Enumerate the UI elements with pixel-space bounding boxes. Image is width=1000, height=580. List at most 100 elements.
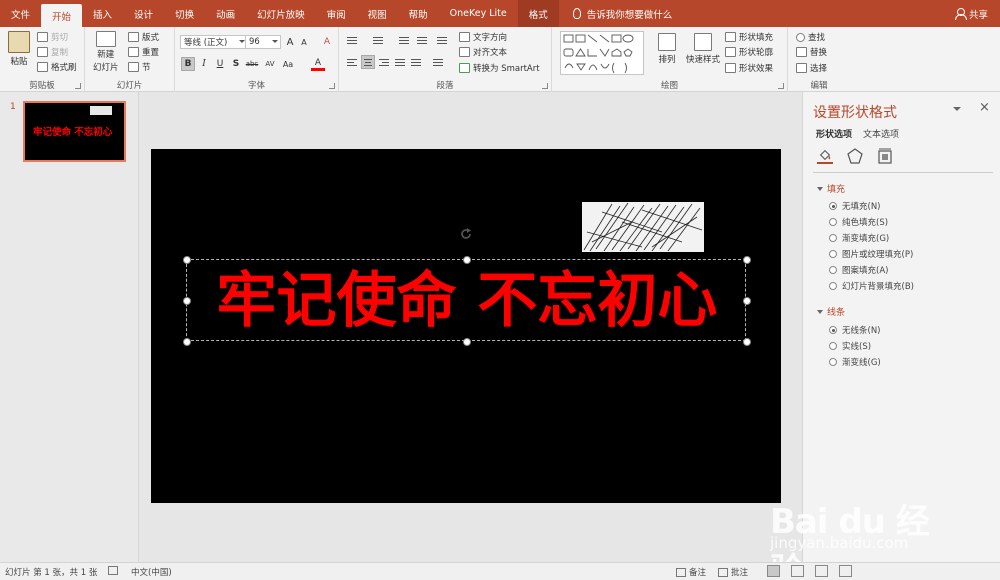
slideshow-button[interactable] — [839, 565, 852, 577]
clipboard-launcher[interactable] — [75, 83, 81, 89]
close-icon[interactable]: × — [979, 100, 990, 115]
slide-thumbnail[interactable]: 牢记使命 不忘初心 — [23, 101, 126, 162]
tab-help[interactable]: 帮助 — [398, 0, 439, 27]
notes-button[interactable]: 备注 — [676, 566, 706, 578]
line-option-gradient[interactable]: 渐变线(G) — [829, 356, 881, 368]
shape-effects-button[interactable]: 形状效果 — [725, 62, 773, 74]
fill-option-picture[interactable]: 图片或纹理填充(P) — [829, 248, 913, 260]
italic-button[interactable]: I — [197, 57, 211, 71]
title-textbox[interactable]: 牢记使命 不忘初心 — [183, 256, 751, 346]
resize-handle-e[interactable] — [743, 297, 751, 305]
resize-handle-sw[interactable] — [183, 338, 191, 346]
select-button[interactable]: 选择 — [796, 62, 827, 74]
tab-animations[interactable]: 动画 — [205, 0, 246, 27]
tab-insert[interactable]: 插入 — [82, 0, 123, 27]
justify-button[interactable] — [393, 55, 407, 69]
tab-design[interactable]: 设计 — [123, 0, 164, 27]
bullets-button[interactable] — [345, 33, 359, 47]
smartart-button[interactable]: 转换为 SmartArt — [459, 62, 540, 74]
change-case-button[interactable]: Aa — [281, 57, 295, 71]
distributed-button[interactable] — [409, 55, 423, 69]
line-spacing-button[interactable] — [435, 33, 449, 47]
resize-handle-n[interactable] — [463, 256, 471, 264]
share-button[interactable]: 共享 — [954, 0, 988, 27]
align-text-button[interactable]: 对齐文本 — [459, 46, 507, 58]
tab-text-options[interactable]: 文本选项 — [863, 127, 899, 140]
resize-handle-s[interactable] — [463, 338, 471, 346]
copy-button[interactable]: 复制 — [37, 46, 68, 58]
resize-handle-nw[interactable] — [183, 256, 191, 264]
fill-option-pattern[interactable]: 图案填充(A) — [829, 264, 888, 276]
line-section-header[interactable]: 线条 — [817, 305, 845, 318]
reading-view-button[interactable] — [815, 565, 828, 577]
tab-format[interactable]: 格式 — [517, 0, 559, 27]
format-painter-button[interactable]: 格式刷 — [37, 61, 77, 73]
comments-button[interactable]: 批注 — [718, 566, 748, 578]
tab-file[interactable]: 文件 — [0, 0, 41, 27]
tab-review[interactable]: 审阅 — [316, 0, 357, 27]
fill-option-solid[interactable]: 纯色填充(S) — [829, 216, 888, 228]
replace-button[interactable]: 替换 — [796, 46, 827, 58]
find-button[interactable]: 查找 — [796, 31, 825, 43]
numbering-button[interactable] — [371, 33, 385, 47]
size-properties-icon[interactable] — [877, 148, 893, 164]
shape-outline-button[interactable]: 形状轮廓 — [725, 46, 773, 58]
tab-transitions[interactable]: 切换 — [164, 0, 205, 27]
tab-home[interactable]: 开始 — [41, 4, 83, 27]
fill-option-background[interactable]: 幻灯片背景填充(B) — [829, 280, 914, 292]
arrange-button[interactable]: 排列 — [658, 33, 676, 65]
drawing-launcher[interactable] — [778, 83, 784, 89]
line-option-none[interactable]: 无线条(N) — [829, 324, 881, 336]
effects-pentagon-icon[interactable] — [847, 148, 863, 164]
shrink-font-button[interactable]: A — [297, 35, 311, 49]
cut-button[interactable]: 剪切 — [37, 31, 68, 43]
section-button[interactable]: 节 — [128, 61, 151, 73]
tab-view[interactable]: 视图 — [357, 0, 398, 27]
char-spacing-button[interactable]: AV — [263, 57, 277, 71]
decrease-indent-button[interactable] — [397, 33, 411, 47]
font-launcher[interactable] — [329, 83, 335, 89]
fill-section-header[interactable]: 填充 — [817, 182, 845, 195]
fill-option-gradient[interactable]: 渐变填充(G) — [829, 232, 889, 244]
shape-fill-button[interactable]: 形状填充 — [725, 31, 773, 43]
bold-button[interactable]: B — [181, 57, 195, 71]
reset-button[interactable]: 重置 — [128, 46, 159, 58]
font-color-button[interactable]: A — [311, 57, 325, 71]
tab-onekey[interactable]: OneKey Lite — [439, 0, 518, 27]
columns-button[interactable] — [431, 55, 445, 69]
quick-styles-button[interactable]: 快速样式 — [686, 33, 720, 65]
panel-options-chevron-icon[interactable] — [953, 107, 961, 111]
align-right-button[interactable] — [377, 55, 391, 69]
tab-shape-options[interactable]: 形状选项 — [816, 127, 852, 140]
underline-button[interactable]: U — [213, 57, 227, 71]
language-indicator[interactable]: 中文(中国) — [131, 566, 172, 578]
text-direction-button[interactable]: 文字方向 — [459, 31, 507, 43]
accessibility-icon[interactable] — [108, 566, 118, 575]
slide-title[interactable]: 牢记使命 不忘初心 — [187, 268, 747, 334]
line-option-solid[interactable]: 实线(S) — [829, 340, 871, 352]
paragraph-launcher[interactable] — [542, 83, 548, 89]
fill-option-none[interactable]: 无填充(N) — [829, 200, 881, 212]
layout-button[interactable]: 版式 — [128, 31, 159, 43]
shadow-button[interactable]: S — [229, 57, 243, 71]
shapes-gallery[interactable] — [560, 31, 644, 75]
slide-sorter-button[interactable] — [791, 565, 804, 577]
fill-line-icon[interactable] — [817, 148, 833, 164]
new-slide-button[interactable]: 新建 幻灯片 — [93, 31, 119, 73]
tab-slideshow[interactable]: 幻灯片放映 — [246, 0, 316, 27]
align-left-button[interactable] — [345, 55, 359, 69]
font-size-select[interactable]: 96 — [245, 35, 281, 49]
resize-handle-w[interactable] — [183, 297, 191, 305]
strikethrough-button[interactable]: abc — [245, 57, 259, 71]
paste-button[interactable]: 粘贴 — [8, 31, 30, 67]
resize-handle-ne[interactable] — [743, 256, 751, 264]
tell-me-box[interactable]: 告诉我你想要做什么 — [559, 0, 672, 27]
rotate-handle-icon[interactable] — [459, 227, 473, 241]
resize-handle-se[interactable] — [743, 338, 751, 346]
slide-canvas[interactable]: 牢记使命 不忘初心 — [151, 149, 781, 503]
font-name-select[interactable]: 等线 (正文) — [180, 35, 248, 49]
normal-view-button[interactable] — [767, 565, 780, 577]
scratch-texture-image[interactable] — [582, 202, 704, 252]
increase-indent-button[interactable] — [415, 33, 429, 47]
clear-format-button[interactable]: A — [320, 35, 334, 49]
